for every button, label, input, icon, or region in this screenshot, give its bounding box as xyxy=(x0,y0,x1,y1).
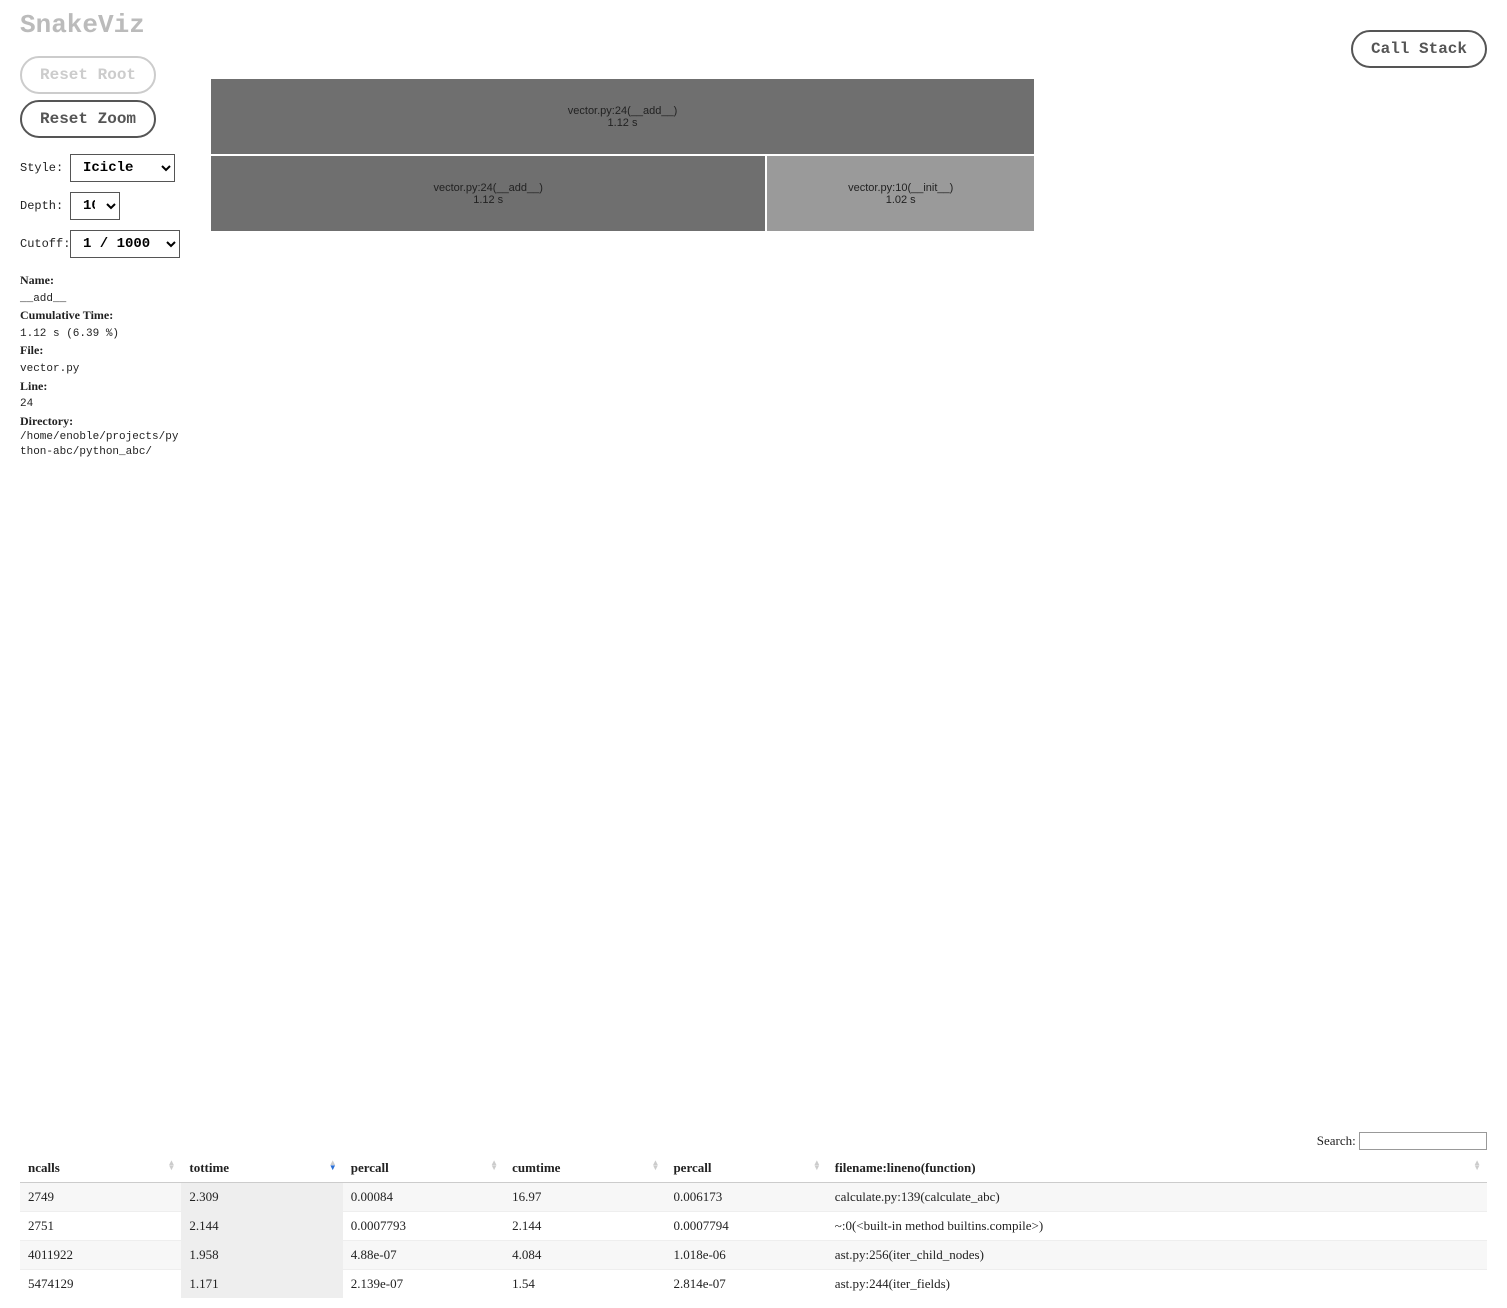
cutoff-select[interactable]: 1 / 1000 xyxy=(70,230,180,258)
style-label: Style: xyxy=(20,161,70,175)
cell-ncalls: 2749 xyxy=(20,1183,181,1212)
cell-cumtime: 2.144 xyxy=(504,1212,665,1241)
cell-percall1: 0.00084 xyxy=(343,1183,504,1212)
node-info: Name: __add__ Cumulative Time: 1.12 s (6… xyxy=(20,272,200,460)
col-filename[interactable]: filename:lineno(function)▲▼ xyxy=(827,1154,1487,1183)
cell-filename: ast.py:244(iter_fields) xyxy=(827,1270,1487,1299)
table-row[interactable]: 4011922 1.958 4.88e-07 4.084 1.018e-06 a… xyxy=(20,1241,1487,1270)
cell-ncalls: 5474129 xyxy=(20,1270,181,1299)
depth-label: Depth: xyxy=(20,199,70,213)
info-cumtime-value: 1.12 s (6.39 %) xyxy=(20,328,119,340)
col-ncalls[interactable]: ncalls▲▼ xyxy=(20,1154,181,1183)
info-line-label: Line: xyxy=(20,379,47,393)
sort-icon: ▲▼ xyxy=(490,1160,498,1170)
app-logo: SnakeViz xyxy=(20,10,1487,40)
style-select[interactable]: Icicle xyxy=(70,154,175,182)
info-dir-label: Directory: xyxy=(20,414,73,428)
icicle-node-child-left[interactable]: vector.py:24(__add__) 1.12 s xyxy=(210,155,766,232)
icicle-node-title: vector.py:24(__add__) xyxy=(433,182,542,194)
cell-filename: ~:0(<built-in method builtins.compile>) xyxy=(827,1212,1487,1241)
cell-cumtime: 4.084 xyxy=(504,1241,665,1270)
sort-icon: ▲▼ xyxy=(329,1160,337,1170)
info-file-value: vector.py xyxy=(20,363,79,375)
col-cumtime[interactable]: cumtime▲▼ xyxy=(504,1154,665,1183)
info-name-value: __add__ xyxy=(20,293,66,305)
depth-select[interactable]: 10 xyxy=(70,192,120,220)
search-label: Search: xyxy=(1317,1133,1356,1148)
cell-tottime: 2.309 xyxy=(181,1183,342,1212)
cell-percall1: 0.0007793 xyxy=(343,1212,504,1241)
icicle-node-time: 1.12 s xyxy=(473,194,503,206)
sort-icon: ▲▼ xyxy=(167,1160,175,1170)
table-row[interactable]: 5474129 1.171 2.139e-07 1.54 2.814e-07 a… xyxy=(20,1270,1487,1299)
cell-filename: calculate.py:139(calculate_abc) xyxy=(827,1183,1487,1212)
reset-root-button: Reset Root xyxy=(20,56,156,94)
cell-tottime: 1.171 xyxy=(181,1270,342,1299)
cell-cumtime: 1.54 xyxy=(504,1270,665,1299)
info-cumtime-label: Cumulative Time: xyxy=(20,308,113,322)
table-row[interactable]: 2751 2.144 0.0007793 2.144 0.0007794 ~:0… xyxy=(20,1212,1487,1241)
col-percall2[interactable]: percall▲▼ xyxy=(665,1154,826,1183)
table-header-row: ncalls▲▼ tottime▲▼ percall▲▼ cumtime▲▼ p… xyxy=(20,1154,1487,1183)
sort-icon: ▲▼ xyxy=(1473,1160,1481,1170)
cell-percall2: 1.018e-06 xyxy=(665,1241,826,1270)
cell-filename: ast.py:256(iter_child_nodes) xyxy=(827,1241,1487,1270)
stats-table: ncalls▲▼ tottime▲▼ percall▲▼ cumtime▲▼ p… xyxy=(20,1154,1487,1298)
info-file-label: File: xyxy=(20,343,43,357)
cell-cumtime: 16.97 xyxy=(504,1183,665,1212)
cell-ncalls: 2751 xyxy=(20,1212,181,1241)
cell-percall2: 0.006173 xyxy=(665,1183,826,1212)
col-tottime[interactable]: tottime▲▼ xyxy=(181,1154,342,1183)
cell-percall1: 4.88e-07 xyxy=(343,1241,504,1270)
cutoff-label: Cutoff: xyxy=(20,237,70,251)
search-input[interactable] xyxy=(1359,1132,1487,1150)
col-percall1[interactable]: percall▲▼ xyxy=(343,1154,504,1183)
icicle-node-title: vector.py:24(__add__) xyxy=(568,105,677,117)
cell-percall2: 2.814e-07 xyxy=(665,1270,826,1299)
info-line-value: 24 xyxy=(20,398,33,410)
call-stack-button[interactable]: Call Stack xyxy=(1351,30,1487,68)
icicle-node-title: vector.py:10(__init__) xyxy=(848,182,953,194)
table-row[interactable]: 2749 2.309 0.00084 16.97 0.006173 calcul… xyxy=(20,1183,1487,1212)
icicle-node-root[interactable]: vector.py:24(__add__) 1.12 s xyxy=(210,78,1035,155)
sort-icon: ▲▼ xyxy=(652,1160,660,1170)
cell-percall2: 0.0007794 xyxy=(665,1212,826,1241)
cell-tottime: 1.958 xyxy=(181,1241,342,1270)
icicle-node-child-right[interactable]: vector.py:10(__init__) 1.02 s xyxy=(766,155,1035,232)
icicle-node-time: 1.02 s xyxy=(886,194,916,206)
sort-icon: ▲▼ xyxy=(813,1160,821,1170)
info-name-label: Name: xyxy=(20,273,54,287)
cell-ncalls: 4011922 xyxy=(20,1241,181,1270)
cell-percall1: 2.139e-07 xyxy=(343,1270,504,1299)
icicle-node-time: 1.12 s xyxy=(608,117,638,129)
info-dir-value: /home/enoble/projects/python-abc/python_… xyxy=(20,430,180,461)
cell-tottime: 2.144 xyxy=(181,1212,342,1241)
icicle-plot: vector.py:24(__add__) 1.12 s vector.py:2… xyxy=(210,78,1035,232)
reset-zoom-button[interactable]: Reset Zoom xyxy=(20,100,156,138)
